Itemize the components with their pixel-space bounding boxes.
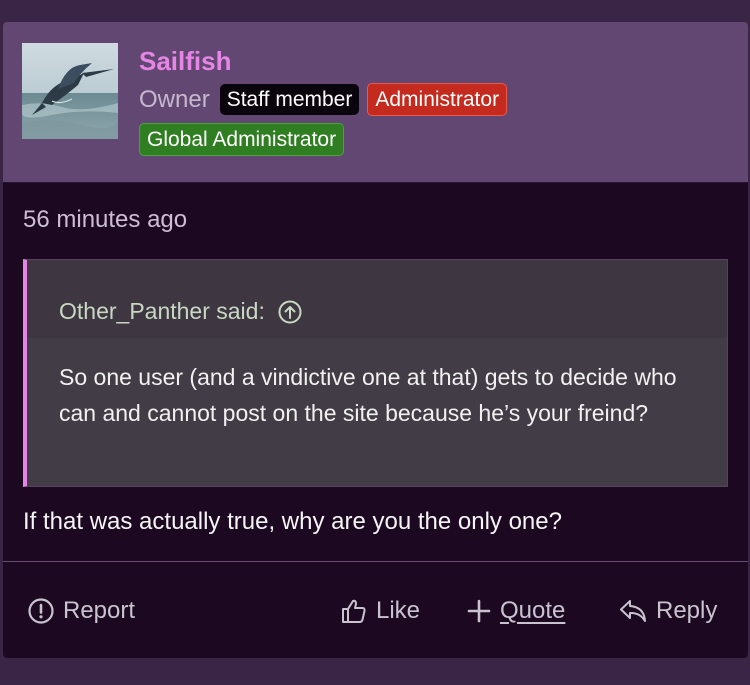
report-label: Report <box>63 597 136 624</box>
plus-icon <box>467 599 491 623</box>
blockquote: Other_Panther said: So one user (and a v… <box>23 259 728 487</box>
quote-label: Quote <box>500 597 566 624</box>
reply-arrow-icon <box>620 600 646 622</box>
sailfish-avatar-image <box>22 43 118 139</box>
arrow-up-circle-icon[interactable] <box>277 299 303 325</box>
quote-author[interactable]: Other_Panther said: <box>59 298 265 325</box>
reply-label: Reply <box>656 597 718 624</box>
global-administrator-badge: Global Administrator <box>139 123 345 157</box>
reply-button[interactable]: Reply <box>618 597 717 625</box>
like-label: Like <box>376 597 421 624</box>
username-link[interactable]: Sailfish <box>139 46 231 77</box>
forum-post: Sailfish Owner Staff member Administrato… <box>3 22 748 658</box>
post-timestamp[interactable]: 56 minutes ago <box>23 206 187 234</box>
post-actions-bar: Report Like Quote Reply <box>3 562 748 658</box>
post-body: If that was actually true, why are you t… <box>23 508 562 535</box>
quote-button[interactable]: Quote <box>466 597 565 625</box>
post-header: Sailfish Owner Staff member Administrato… <box>3 22 748 183</box>
like-button[interactable]: Like <box>340 597 420 625</box>
report-button[interactable]: Report <box>27 597 135 625</box>
user-badge-row-2: Global Administrator <box>139 123 345 157</box>
staff-badge: Staff member <box>219 84 360 116</box>
user-title: Owner <box>139 85 210 113</box>
quote-attribution[interactable]: Other_Panther said: <box>27 260 727 338</box>
administrator-badge: Administrator <box>367 83 508 117</box>
alert-circle-icon <box>28 598 54 624</box>
avatar[interactable] <box>22 43 118 139</box>
user-title-row: Owner Staff member Administrator <box>139 83 508 117</box>
quote-text: So one user (and a vindictive one at tha… <box>59 364 677 426</box>
thumbs-up-icon <box>342 599 366 623</box>
